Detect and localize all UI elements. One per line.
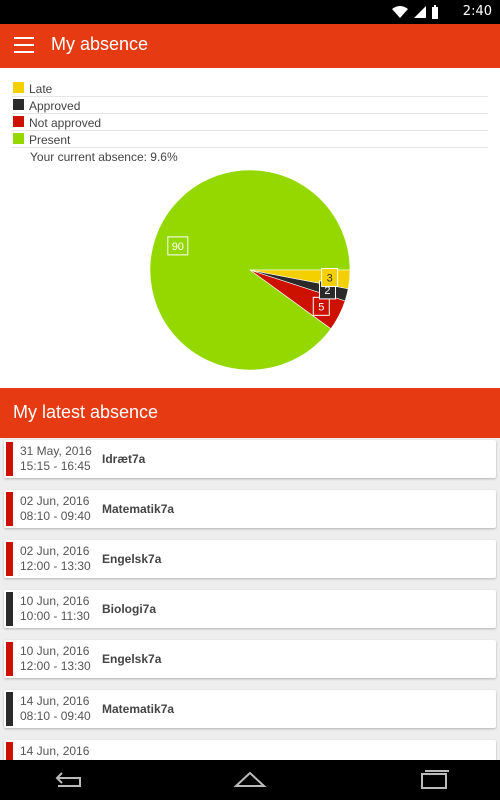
absence-status-bar <box>6 442 13 476</box>
absence-datetime: 31 May, 2016 15:15 - 16:45 <box>20 444 92 474</box>
status-icons <box>392 5 438 19</box>
absence-date: 14 Jun, 2016 <box>20 694 90 708</box>
list-item[interactable]: 31 May, 2016 15:15 - 16:45 Idræt7a <box>4 440 496 478</box>
pie-label-not-approved: 5 <box>312 296 330 316</box>
absence-status-bar <box>6 592 13 626</box>
absence-chart-card: Late Approved Not approved Present Your … <box>0 68 500 388</box>
pie-label-late: 3 <box>321 268 339 288</box>
absence-date: 10 Jun, 2016 <box>20 644 90 658</box>
list-item[interactable]: 10 Jun, 2016 12:00 - 13:30 Engelsk7a <box>4 640 496 678</box>
absence-pie-chart: 90523 <box>149 169 351 371</box>
absence-subject: Matematik7a <box>102 702 175 716</box>
page-title: My absence <box>51 34 149 54</box>
absence-status-bar <box>6 742 13 760</box>
absence-subject: Matematik7a <box>102 502 175 516</box>
absence-date: 14 Jun, 2016 <box>20 744 90 758</box>
status-time: 2:40 <box>462 4 492 19</box>
home-icon[interactable] <box>230 768 270 792</box>
absence-date: 02 Jun, 2016 <box>20 544 90 558</box>
pie-label-text: 5 <box>318 301 324 313</box>
pie-label-present: 90 <box>167 236 189 256</box>
absence-datetime: 14 Jun, 2016 <box>20 744 89 759</box>
section-title: My latest absence <box>13 402 159 422</box>
absence-time: 12:00 - 13:30 <box>20 659 91 673</box>
status-bar: 2:40 <box>0 0 500 24</box>
absence-datetime: 02 Jun, 2016 08:10 - 09:40 <box>20 494 91 524</box>
pie-label-text: 3 <box>327 273 333 285</box>
absence-status-bar <box>6 642 13 676</box>
cell-signal-icon <box>414 6 426 18</box>
absence-date: 02 Jun, 2016 <box>20 494 90 508</box>
recents-icon[interactable] <box>414 768 454 792</box>
absence-date: 10 Jun, 2016 <box>20 594 90 608</box>
absence-subject: Idræt7a <box>102 452 146 466</box>
absence-status-bar <box>6 542 13 576</box>
hamburger-menu-icon[interactable] <box>14 37 34 55</box>
absence-subject: Engelsk7a <box>102 552 162 566</box>
list-item[interactable]: 02 Jun, 2016 12:00 - 13:30 Engelsk7a <box>4 540 496 578</box>
list-item[interactable]: 10 Jun, 2016 10:00 - 11:30 Biologi7a <box>4 590 496 628</box>
absence-datetime: 14 Jun, 2016 08:10 - 09:40 <box>20 694 91 724</box>
back-icon[interactable] <box>48 768 88 792</box>
app-bar: My absence <box>0 24 500 68</box>
absence-time: 12:00 - 13:30 <box>20 559 91 573</box>
pie-label-text: 90 <box>172 241 184 253</box>
absence-subject: Biologi7a <box>102 602 157 616</box>
absence-datetime: 02 Jun, 2016 12:00 - 13:30 <box>20 544 91 574</box>
absence-subject: Engelsk7a <box>102 652 162 666</box>
absence-time: 08:10 - 09:40 <box>20 509 91 523</box>
absence-time: 10:00 - 11:30 <box>20 609 90 623</box>
absence-time: 15:15 - 16:45 <box>20 459 91 473</box>
wifi-icon <box>392 6 408 18</box>
absence-datetime: 10 Jun, 2016 10:00 - 11:30 <box>20 594 90 624</box>
list-item[interactable]: 02 Jun, 2016 08:10 - 09:40 Matematik7a <box>4 490 496 528</box>
latest-absence-header: My latest absence <box>0 388 500 438</box>
absence-datetime: 10 Jun, 2016 12:00 - 13:30 <box>20 644 91 674</box>
absence-time: 08:10 - 09:40 <box>20 709 91 723</box>
battery-icon <box>432 5 438 19</box>
absence-date: 31 May, 2016 <box>20 444 92 458</box>
absence-status-bar <box>6 692 13 726</box>
list-item[interactable]: 14 Jun, 2016 08:10 - 09:40 Matematik7a <box>4 690 496 728</box>
absence-list: 31 May, 2016 15:15 - 16:45 Idræt7a 02 Ju… <box>0 438 500 760</box>
list-item[interactable]: 14 Jun, 2016 <box>4 740 496 760</box>
absence-status-bar <box>6 492 13 526</box>
system-nav-bar <box>0 760 500 800</box>
